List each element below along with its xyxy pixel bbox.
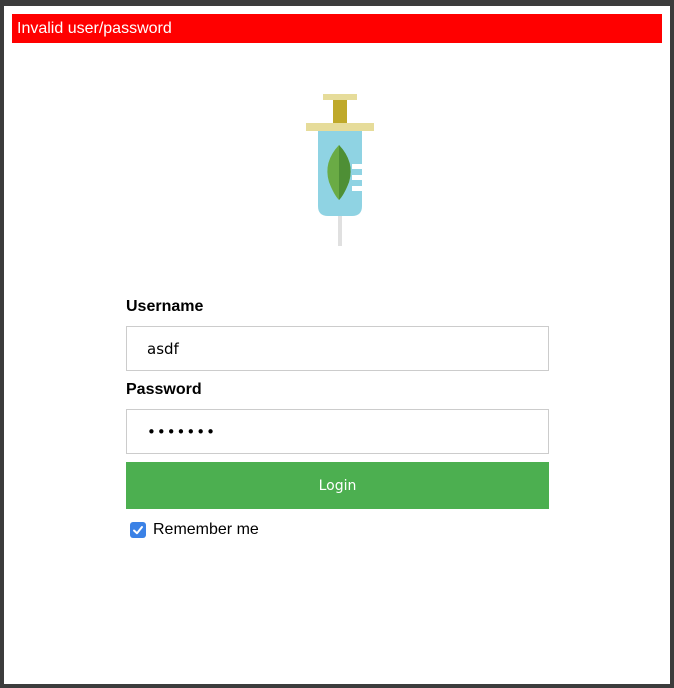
error-banner: Invalid user/password: [12, 14, 662, 43]
remember-me[interactable]: Remember me: [130, 520, 549, 540]
username-label: Username: [126, 298, 204, 315]
password-input[interactable]: [126, 409, 549, 454]
syringe-leaf-icon: [306, 94, 374, 246]
remember-me-label: Remember me: [153, 521, 259, 538]
username-input[interactable]: [126, 326, 549, 371]
app-logo: [306, 92, 374, 248]
checkmark-icon: [133, 526, 143, 535]
error-message: Invalid user/password: [17, 20, 172, 37]
password-label: Password: [126, 381, 202, 398]
app-window: Invalid user/password Username Password: [4, 6, 670, 684]
login-form: Username Password Login Remember me: [126, 296, 549, 540]
remember-me-checkbox[interactable]: [130, 522, 146, 538]
login-button[interactable]: Login: [126, 462, 549, 509]
